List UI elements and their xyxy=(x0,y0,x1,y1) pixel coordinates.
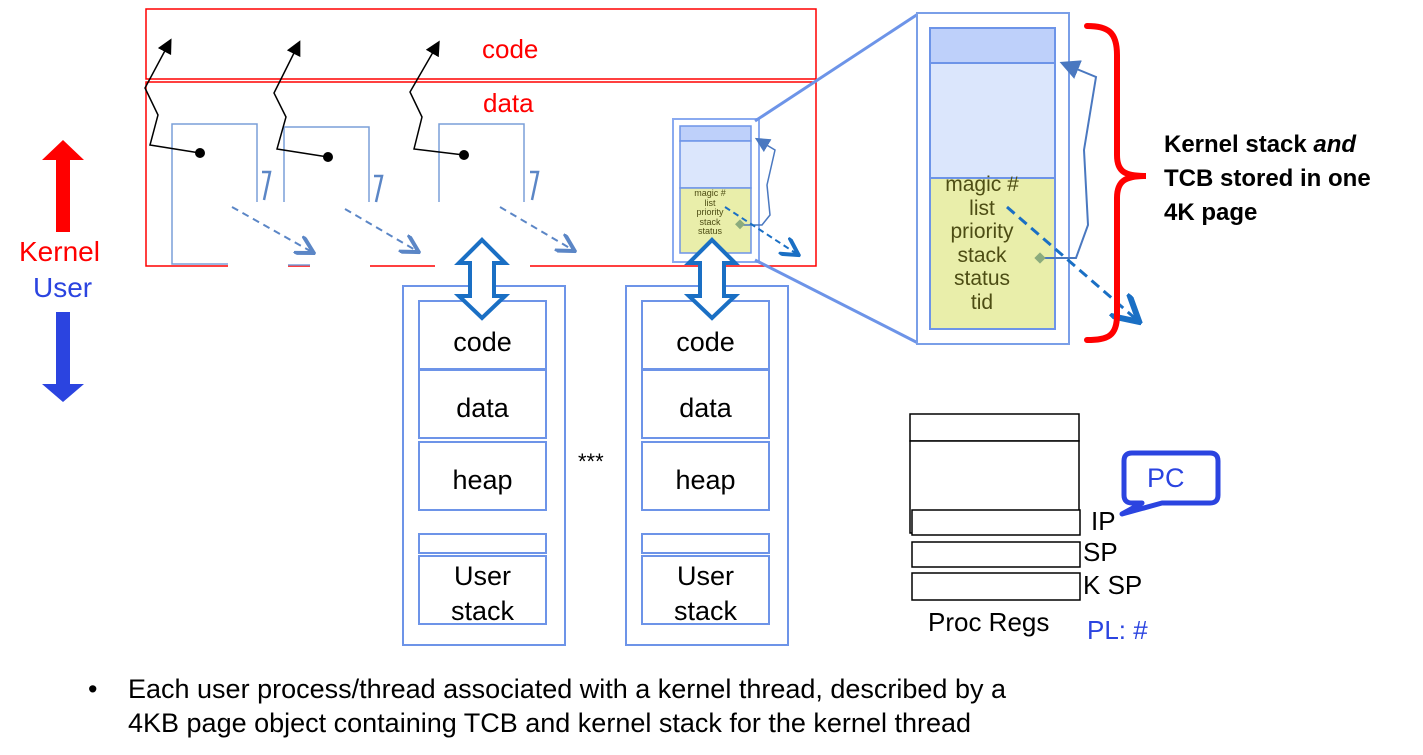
user-gap-segment xyxy=(641,533,770,554)
ksp-label: K SP xyxy=(1083,570,1143,600)
segment-label: data xyxy=(456,393,509,423)
segment-label: User xyxy=(676,561,734,591)
caption-italic: and xyxy=(1313,131,1357,158)
tcb-field-magic: magic # xyxy=(945,173,1019,196)
tcb-field-priority: priority xyxy=(950,220,1014,243)
user-data-segment: data xyxy=(418,369,547,439)
segment-label: heap xyxy=(675,465,736,495)
user-code-segment: code xyxy=(418,300,547,370)
privilege-level-label: PL: # xyxy=(1087,615,1148,645)
tcb-field-tid: tid xyxy=(970,290,994,314)
segment-label: stack xyxy=(450,596,515,626)
page-caption: Kernel stack and TCB stored in one 4K pa… xyxy=(1164,128,1371,230)
segment-label: heap xyxy=(452,465,513,495)
kernel-data-label: data xyxy=(483,88,534,118)
user-stack-segment: User stack xyxy=(641,555,770,626)
kernel-mode-label: Kernel xyxy=(19,236,100,267)
user-code-segment: code xyxy=(641,300,770,370)
caption-line3: 4K page xyxy=(1164,199,1258,226)
pc-label: PC xyxy=(1147,463,1185,493)
tcb-field-status: status xyxy=(953,267,1011,290)
bullet-dot: • xyxy=(88,674,98,704)
small-tcb-fields: magic # list priority stack status xyxy=(680,188,740,237)
user-stack-segment: User stack xyxy=(418,555,547,626)
zoomed-tcb-fields: magic # list priority stack status tid xyxy=(932,173,1032,314)
user-gap-segment xyxy=(418,533,547,554)
ellipsis: *** xyxy=(578,449,604,474)
ip-label: IP xyxy=(1091,506,1116,536)
user-heap-segment: heap xyxy=(418,441,547,511)
segment-label: stack xyxy=(673,596,738,626)
segment-label: code xyxy=(676,327,735,357)
tcb-field-stack: stack xyxy=(957,243,1007,267)
tcb-field-list: list xyxy=(969,196,995,220)
segment-label: User xyxy=(453,561,511,591)
bullet-point: • Each user process/thread associated wit… xyxy=(88,672,1006,740)
user-heap-segment: heap xyxy=(641,441,770,511)
proc-regs-title: Proc Regs xyxy=(928,607,1050,637)
user-data-segment: data xyxy=(641,369,770,439)
bullet-line-1: Each user process/thread associated with… xyxy=(128,674,1006,704)
user-mode-label: User xyxy=(33,272,93,303)
bullet-line-2: 4KB page object containing TCB and kerne… xyxy=(128,708,972,738)
kernel-code-label: code xyxy=(482,34,539,64)
segment-label: data xyxy=(679,393,732,423)
sp-label: SP xyxy=(1083,537,1118,567)
caption-line2: TCB stored in one xyxy=(1164,165,1371,192)
caption-part1: Kernel stack xyxy=(1164,131,1314,158)
small-tcb-field: status xyxy=(697,226,722,236)
segment-label: code xyxy=(453,327,512,357)
